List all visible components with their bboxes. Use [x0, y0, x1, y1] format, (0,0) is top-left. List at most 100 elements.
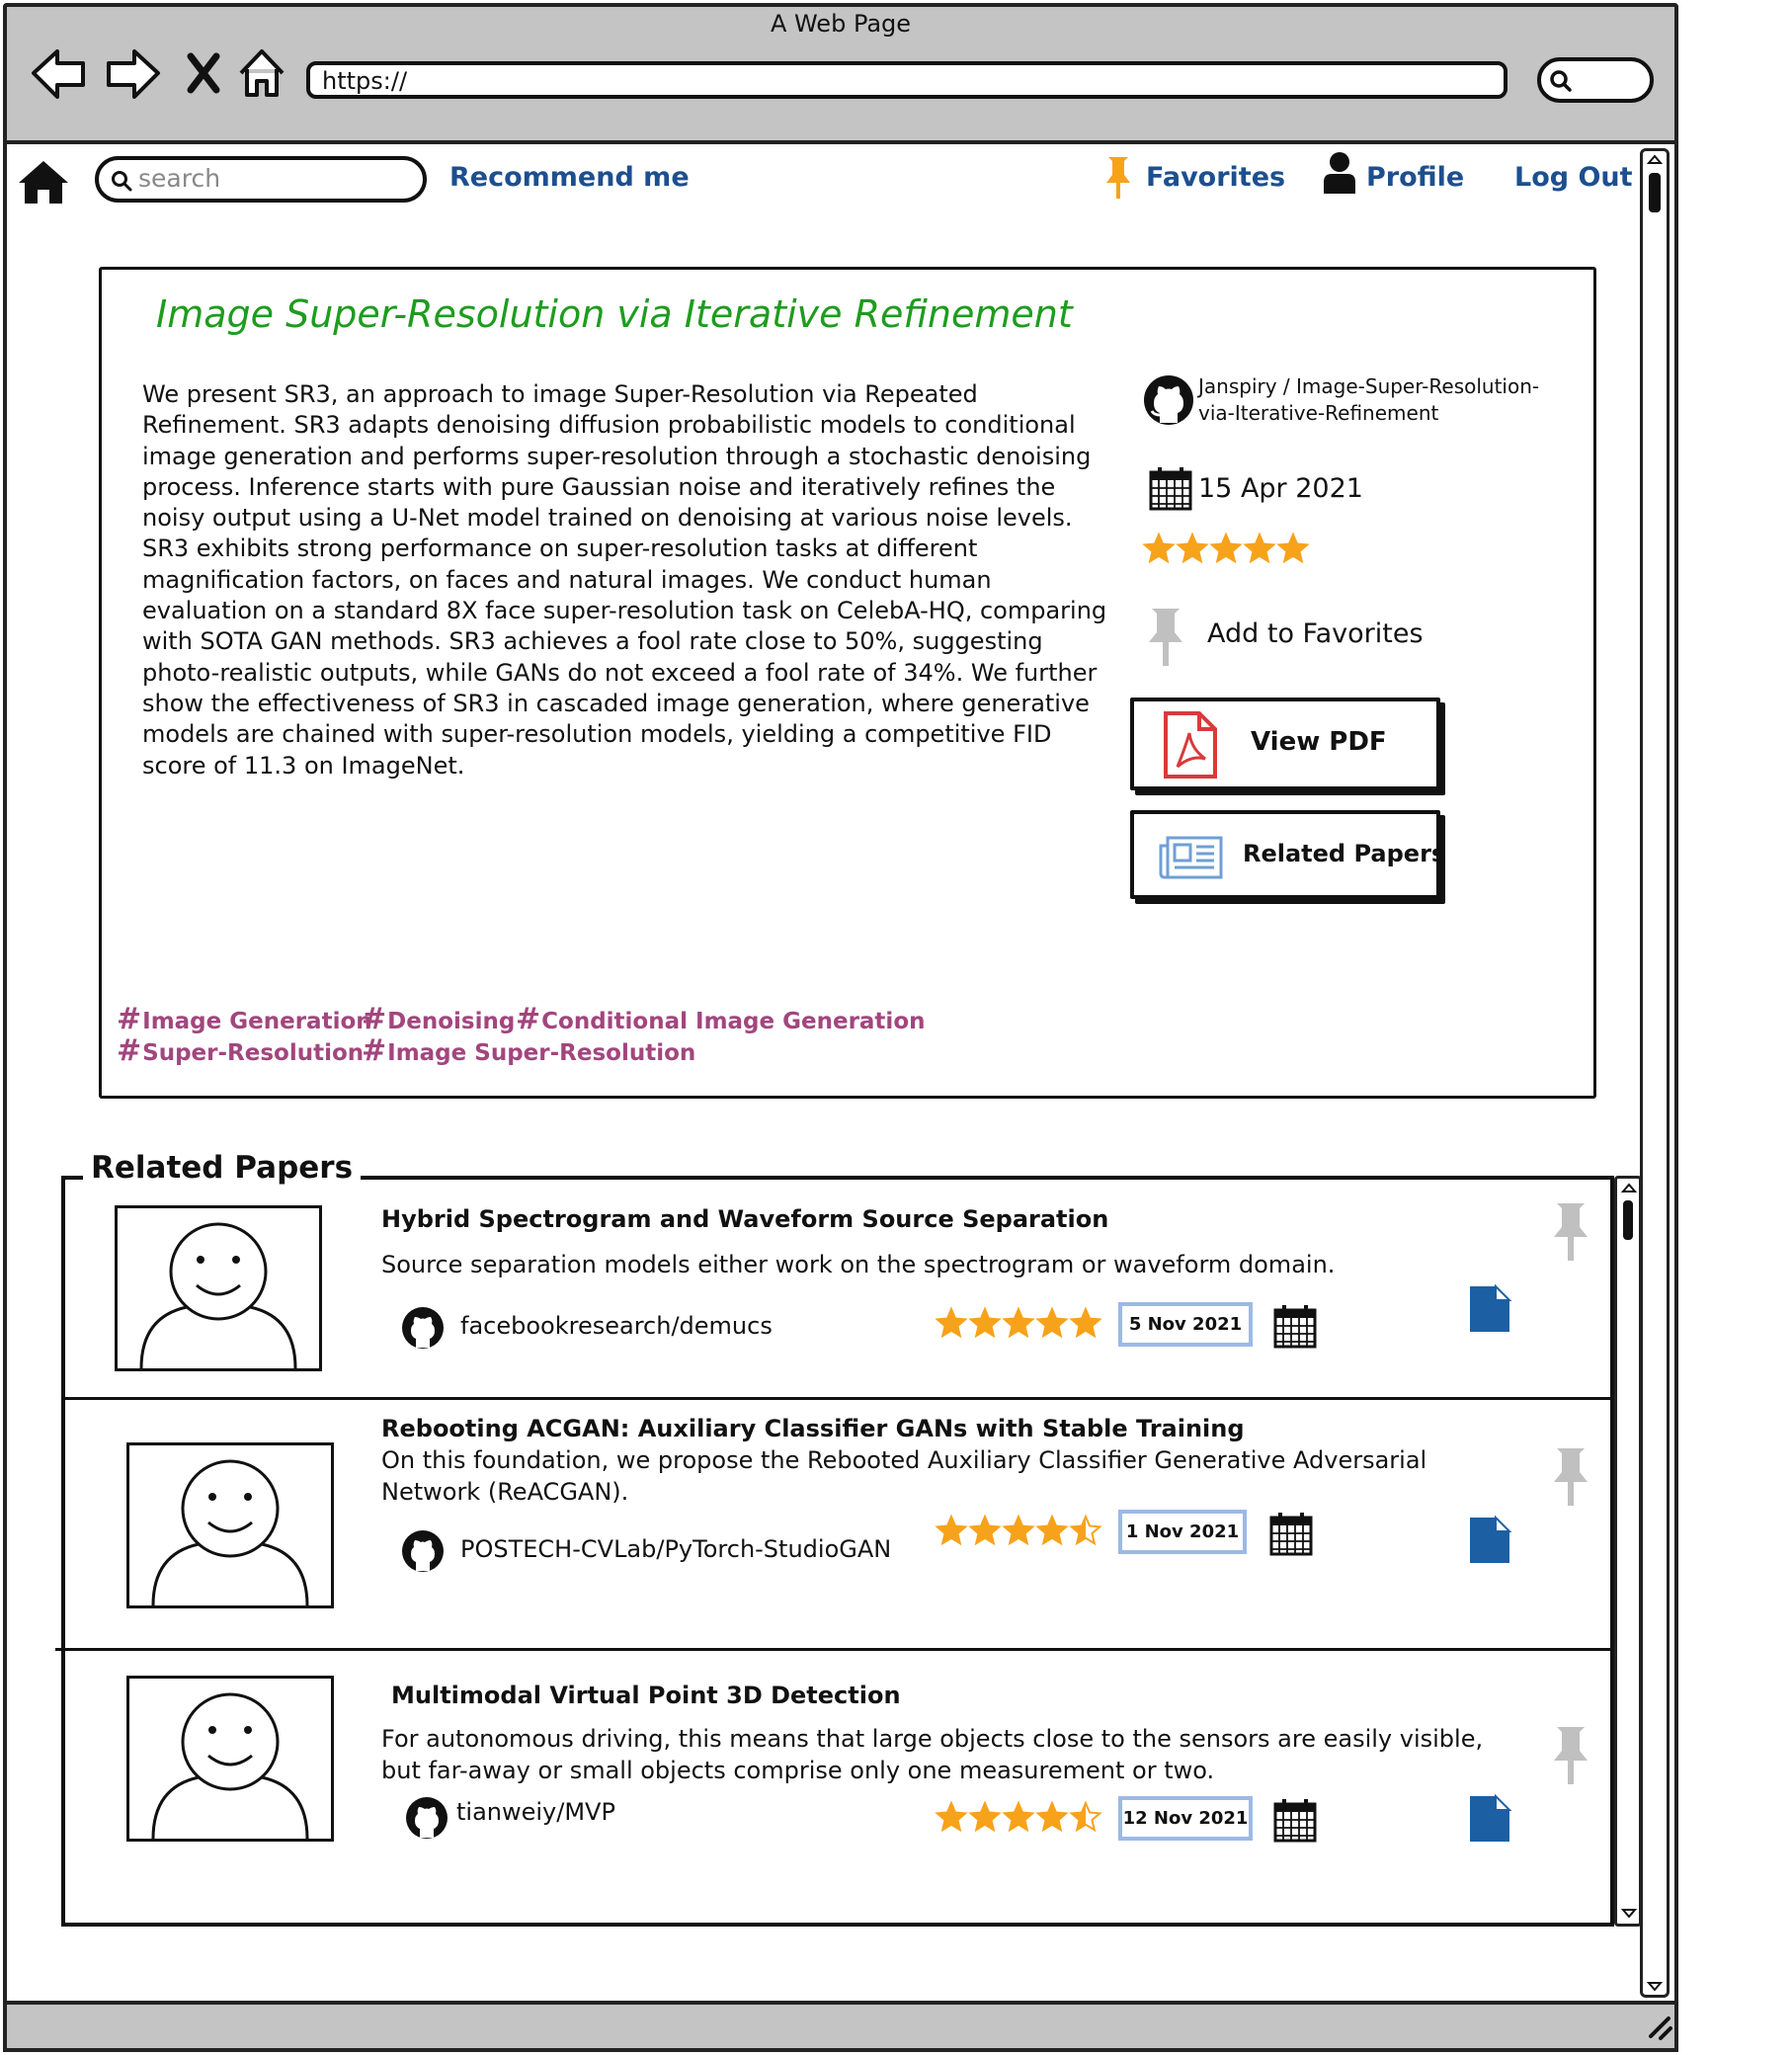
page-scrollbar[interactable]	[1640, 148, 1670, 1998]
tag-label: Denoising	[387, 1009, 516, 1034]
hash-icon: #	[117, 1002, 142, 1036]
related-scrollbar[interactable]	[1614, 1176, 1642, 1927]
related-papers-button[interactable]: Related Papers	[1130, 810, 1445, 899]
scroll-up-icon[interactable]	[1620, 1182, 1638, 1193]
related-item[interactable]: Multimodal Virtual Point 3D Detection Fo…	[65, 1652, 1614, 1923]
star-icon	[935, 1306, 968, 1339]
pin-icon[interactable]	[1549, 1199, 1592, 1263]
add-to-favorites-label[interactable]: Add to Favorites	[1207, 618, 1424, 649]
file-icon[interactable]	[1468, 1515, 1512, 1565]
star-icon	[968, 1514, 1002, 1546]
related-item-repo[interactable]: facebookresearch/demucs	[460, 1312, 773, 1340]
calendar-icon[interactable]	[1272, 1796, 1318, 1844]
calendar-icon	[1149, 467, 1192, 511]
star-icon	[1002, 1800, 1035, 1833]
recommend-me-link[interactable]: Recommend me	[449, 162, 690, 193]
close-icon[interactable]	[186, 51, 221, 95]
view-pdf-label: View PDF	[1251, 727, 1387, 757]
related-item-description: For autonomous driving, this means that …	[381, 1725, 1484, 1784]
scroll-down-icon[interactable]	[1620, 1908, 1638, 1920]
tag-denoising[interactable]: #Denoising	[362, 1002, 515, 1036]
github-icon[interactable]	[401, 1306, 445, 1350]
paper-thumbnail	[126, 1676, 334, 1842]
related-item[interactable]: Hybrid Spectrogram and Waveform Source S…	[65, 1180, 1614, 1397]
forward-arrow-icon[interactable]	[103, 47, 162, 101]
star-icon	[1069, 1306, 1102, 1339]
pin-icon[interactable]	[1144, 605, 1187, 668]
star-icon	[1002, 1514, 1035, 1546]
scroll-up-icon[interactable]	[1646, 153, 1664, 165]
star-icon	[1069, 1800, 1102, 1833]
star-icon	[1209, 532, 1243, 564]
pin-icon	[1106, 157, 1130, 199]
related-item-description: On this foundation, we propose the Reboo…	[381, 1446, 1427, 1506]
star-icon	[1069, 1514, 1102, 1546]
star-rating-icons	[1142, 532, 1310, 564]
pin-icon[interactable]	[1549, 1723, 1592, 1786]
star-icon	[935, 1514, 968, 1546]
related-item-title[interactable]: Hybrid Spectrogram and Waveform Source S…	[381, 1205, 1108, 1233]
paper-title: Image Super-Resolution via Iterative Ref…	[156, 292, 1073, 336]
logout-link[interactable]: Log Out	[1514, 162, 1633, 193]
github-icon[interactable]	[405, 1796, 448, 1840]
star-icon	[968, 1306, 1002, 1339]
star-icon	[1276, 532, 1310, 564]
related-item[interactable]: Rebooting ACGAN: Auxiliary Classifier GA…	[65, 1401, 1614, 1648]
favorites-link[interactable]: Favorites	[1146, 162, 1285, 193]
star-icon	[1142, 532, 1176, 564]
pin-icon[interactable]	[1549, 1444, 1592, 1508]
tag-image-generation[interactable]: #Image Generation	[117, 1002, 372, 1036]
star-icon	[1035, 1514, 1069, 1546]
scroll-down-icon[interactable]	[1646, 1981, 1664, 1993]
window-title: A Web Page	[770, 10, 912, 38]
profile-link[interactable]: Profile	[1366, 162, 1464, 193]
hash-icon: #	[516, 1002, 541, 1036]
file-icon[interactable]	[1468, 1793, 1512, 1844]
home-icon[interactable]	[16, 158, 71, 206]
newspaper-icon	[1159, 836, 1223, 879]
paper-thumbnail	[115, 1205, 322, 1371]
search-input[interactable]: search	[95, 156, 427, 203]
resize-grip-icon[interactable]	[1643, 2011, 1672, 2040]
tag-image-super-resolution[interactable]: #Image Super-Resolution	[362, 1033, 695, 1068]
related-item-title[interactable]: Rebooting ACGAN: Auxiliary Classifier GA…	[381, 1415, 1245, 1442]
star-icon	[1243, 532, 1276, 564]
tag-conditional-image-generation[interactable]: #Conditional Image Generation	[516, 1002, 926, 1036]
file-icon[interactable]	[1468, 1283, 1512, 1334]
related-item-date: 12 Nov 2021	[1118, 1796, 1253, 1841]
calendar-icon[interactable]	[1268, 1510, 1314, 1557]
url-bar[interactable]: https://	[306, 61, 1507, 99]
github-icon[interactable]	[401, 1529, 445, 1573]
back-arrow-icon[interactable]	[30, 47, 89, 101]
related-item-date: 1 Nov 2021	[1118, 1510, 1247, 1554]
user-icon	[1324, 152, 1355, 194]
related-item-rating	[935, 1306, 1102, 1339]
related-scroll-thumb[interactable]	[1623, 1200, 1633, 1240]
related-item-rating	[935, 1800, 1102, 1833]
related-item-rating	[935, 1514, 1102, 1546]
avatar-placeholder-icon	[139, 1222, 297, 1369]
hash-icon: #	[117, 1033, 142, 1068]
view-pdf-button[interactable]: View PDF	[1130, 698, 1440, 790]
github-icon[interactable]	[1142, 373, 1195, 427]
paper-repo[interactable]: Janspiry / Image-Super-Resolution- via-I…	[1198, 373, 1574, 427]
url-text: https://	[322, 67, 408, 95]
tag-super-resolution[interactable]: #Super-Resolution	[117, 1033, 364, 1068]
related-item-repo[interactable]: POSTECH-CVLab/PyTorch-StudioGAN	[460, 1535, 891, 1563]
page-scroll-thumb[interactable]	[1649, 173, 1661, 212]
star-icon	[968, 1800, 1002, 1833]
star-icon	[1035, 1306, 1069, 1339]
calendar-icon[interactable]	[1272, 1302, 1318, 1350]
related-item-repo[interactable]: tianweiy/MVP	[456, 1798, 615, 1826]
paper-thumbnail	[126, 1442, 334, 1608]
star-rating-icons	[935, 1514, 1102, 1546]
related-item-title[interactable]: Multimodal Virtual Point 3D Detection	[391, 1682, 901, 1709]
avatar-placeholder-icon	[151, 1692, 309, 1840]
paper-repo-line2: via-Iterative-Refinement	[1198, 401, 1439, 425]
home-icon[interactable]	[237, 47, 286, 99]
related-item-description: Source separation models either work on …	[381, 1251, 1336, 1278]
related-papers-label: Related Papers	[1243, 840, 1446, 867]
browser-search-field[interactable]	[1537, 57, 1654, 103]
row-divider	[55, 1648, 1614, 1651]
search-icon	[112, 171, 132, 192]
